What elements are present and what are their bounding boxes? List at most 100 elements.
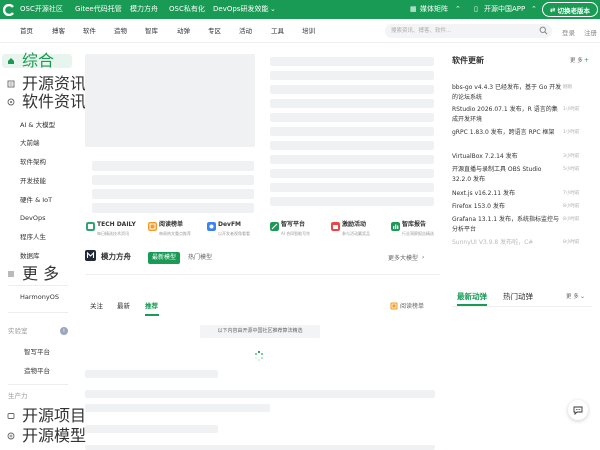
sidebar-sub-devops[interactable]: DevOps: [20, 214, 45, 223]
sidebar-lab-create[interactable]: 造物平台: [24, 367, 50, 376]
card-think-report[interactable]: 智库报告 行业洞察报告精选: [391, 219, 441, 243]
skeleton-line: [270, 85, 434, 94]
search-icon[interactable]: [539, 26, 548, 41]
skeleton-line: [92, 203, 254, 213]
nav-item-software[interactable]: 软件: [83, 27, 96, 36]
chat-bubble-icon: [573, 406, 583, 415]
register-link[interactable]: 注册: [584, 27, 597, 37]
update-time: 8小时前: [563, 217, 580, 222]
chevron-up-icon[interactable]: ⌃: [455, 5, 461, 14]
card-reading-rank[interactable]: 阅读榜单 每周热文重点推荐: [148, 219, 206, 243]
sidebar-sub-ai[interactable]: AI & 大模型: [20, 121, 55, 130]
nav-item-think[interactable]: 智库: [145, 27, 158, 36]
oschina-logo-icon[interactable]: [2, 3, 15, 16]
sidebar-sub-architecture[interactable]: 软件架构: [20, 158, 46, 167]
topbar-item-private[interactable]: OSC私有化: [169, 5, 205, 14]
sidebar-item-more[interactable]: 更 多: [2, 264, 72, 283]
sidebar-item-all[interactable]: 综合: [2, 51, 72, 70]
sidebar-sub-life[interactable]: 程序人生: [20, 233, 46, 242]
search-input[interactable]: 搜索资讯、搏客、软件...: [385, 24, 552, 38]
card-smart-write[interactable]: 智写平台 AI 合同智能写作: [270, 219, 328, 243]
sidebar-group-lab: 实验室: [8, 327, 28, 335]
sidebar-item-harmonyos[interactable]: HarmonyOS: [20, 293, 59, 302]
software-update-item[interactable]: VirtualBox 7.2.14 发布: [452, 152, 562, 162]
chat-button[interactable]: [568, 400, 588, 420]
moli-logo-icon: [85, 250, 96, 261]
banner-skeleton: [85, 54, 255, 147]
topbar-item-moli[interactable]: 模力方舟: [130, 5, 158, 14]
software-update-more[interactable]: 更 多: [570, 57, 583, 66]
more-models-link[interactable]: 更多大模型: [388, 254, 418, 263]
skeleton-line: [270, 71, 434, 80]
nav-item-home[interactable]: 首页: [20, 27, 33, 36]
software-update-item[interactable]: bbs-go v4.4.3 已经发布，基于 Go 开发的论坛系统: [452, 83, 562, 103]
software-update-item[interactable]: SunnyUI V3.9.8 发布啦，C#: [452, 238, 562, 248]
nav-item-tweet[interactable]: 动弹: [177, 27, 190, 36]
chevron-up-icon[interactable]: ⌃: [531, 5, 537, 14]
skeleton-line: [85, 425, 218, 433]
card-title: 阅读榜单: [159, 221, 184, 228]
feed-tab-recommend[interactable]: 推荐: [145, 302, 158, 311]
tabs-divider: [452, 306, 592, 307]
plus-icon[interactable]: +: [584, 56, 589, 65]
nav-item-zone[interactable]: 专区: [208, 27, 221, 36]
switch-old-version-button[interactable]: ⇄ 切换老版本: [542, 2, 598, 17]
sidebar-sub-database[interactable]: 数据库: [20, 252, 40, 261]
sidebar-item-open-projects[interactable]: 开源项目: [2, 408, 86, 424]
software-update-item[interactable]: 开源直播与录制工具 OBS Studio 32.2.0 发布: [452, 165, 562, 185]
nav-item-event[interactable]: 活动: [239, 27, 252, 36]
tab-latest-tweets[interactable]: 最新动弹: [457, 292, 487, 302]
topbar-item-devops[interactable]: DevOps研发效能: [213, 5, 268, 14]
sidebar-item-label: 更 多: [22, 264, 60, 283]
topbar-media[interactable]: 媒体矩阵: [420, 5, 448, 14]
tab-hot-tweets[interactable]: 热门动弹: [503, 292, 533, 302]
sidebar-group-productivity: 生产力: [8, 392, 28, 400]
topbar-item-gitee[interactable]: Gitee代码托管: [75, 5, 122, 14]
sidebar-sub-hardware[interactable]: 硬件 & IoT: [20, 196, 52, 205]
nav-item-tools[interactable]: 工具: [271, 27, 284, 36]
sidebar-item-open-models[interactable]: 开源模型: [2, 428, 86, 444]
card-subtitle: 每周热文重点推荐: [159, 231, 191, 236]
card-tech-daily[interactable]: TECH DAILY 每日精选技术资讯: [86, 219, 146, 243]
topbar-item-osc[interactable]: OSC开源社区: [20, 5, 63, 14]
chevron-right-icon[interactable]: ›: [422, 253, 424, 262]
software-update-item[interactable]: gRPC 1.83.0 发布，跨语言 RPC 框架: [452, 128, 562, 138]
topbar-app[interactable]: 开源中国APP: [484, 5, 525, 14]
sidebar-lab-write[interactable]: 智写平台: [24, 348, 50, 357]
sidebar-item-open-news[interactable]: 开源资讯: [2, 76, 86, 92]
reading-rank-link[interactable]: 阅读榜单: [400, 302, 424, 311]
feed-tab-follow[interactable]: 关注: [90, 302, 103, 311]
software-update-item[interactable]: RStudio 2026.07.1 发布，R 语言的集成开发环境: [452, 105, 562, 125]
software-update-item[interactable]: Grafana 13.1.1 发布，系统指标监控与分析平台: [452, 215, 562, 235]
feed-tab-latest[interactable]: 最新: [117, 302, 130, 311]
chevron-down-icon[interactable]: ⌄: [580, 292, 585, 301]
rank-icon: [390, 302, 398, 310]
skeleton-line: [92, 175, 254, 185]
sidebar-item-label: 综合: [22, 51, 55, 70]
skeleton-line: [270, 127, 434, 136]
tweets-more[interactable]: 更 多: [566, 293, 579, 302]
book-icon: [148, 222, 157, 231]
sidebar-item-software-news[interactable]: 软件资讯: [2, 94, 86, 110]
card-incentive[interactable]: 激励活动 参与活动赢奖品: [331, 219, 389, 243]
sidebar-sub-frontend[interactable]: 大前端: [20, 139, 40, 148]
card-title: DevFM: [218, 221, 242, 228]
software-update-item[interactable]: Next.js v16.2.11 发布: [452, 189, 562, 199]
nav-item-training[interactable]: 培训: [302, 27, 315, 36]
nav-item-blog[interactable]: 搏客: [52, 27, 65, 36]
info-icon[interactable]: i: [60, 327, 68, 335]
skeleton-line: [270, 57, 434, 66]
card-subtitle: 行业洞察报告精选: [402, 231, 434, 236]
podcast-icon: [207, 222, 216, 231]
sidebar-sub-dev-skills[interactable]: 开发技能: [20, 177, 46, 186]
nav-item-create[interactable]: 造物: [114, 27, 127, 36]
card-subtitle: 参与活动赢奖品: [342, 231, 370, 236]
chevron-down-icon[interactable]: ⌄: [270, 5, 276, 14]
tab-latest-model[interactable]: 最新模型: [148, 252, 181, 264]
card-devfm[interactable]: DevFM 以开发者视角看看: [207, 219, 265, 243]
tab-hot-model[interactable]: 热门模型: [184, 252, 216, 264]
update-time: 1小时前: [563, 107, 580, 112]
loading-spinner-icon: [255, 350, 263, 361]
login-link[interactable]: 登录: [562, 27, 575, 37]
software-update-item[interactable]: Firefox 153.0 发布: [452, 202, 562, 212]
